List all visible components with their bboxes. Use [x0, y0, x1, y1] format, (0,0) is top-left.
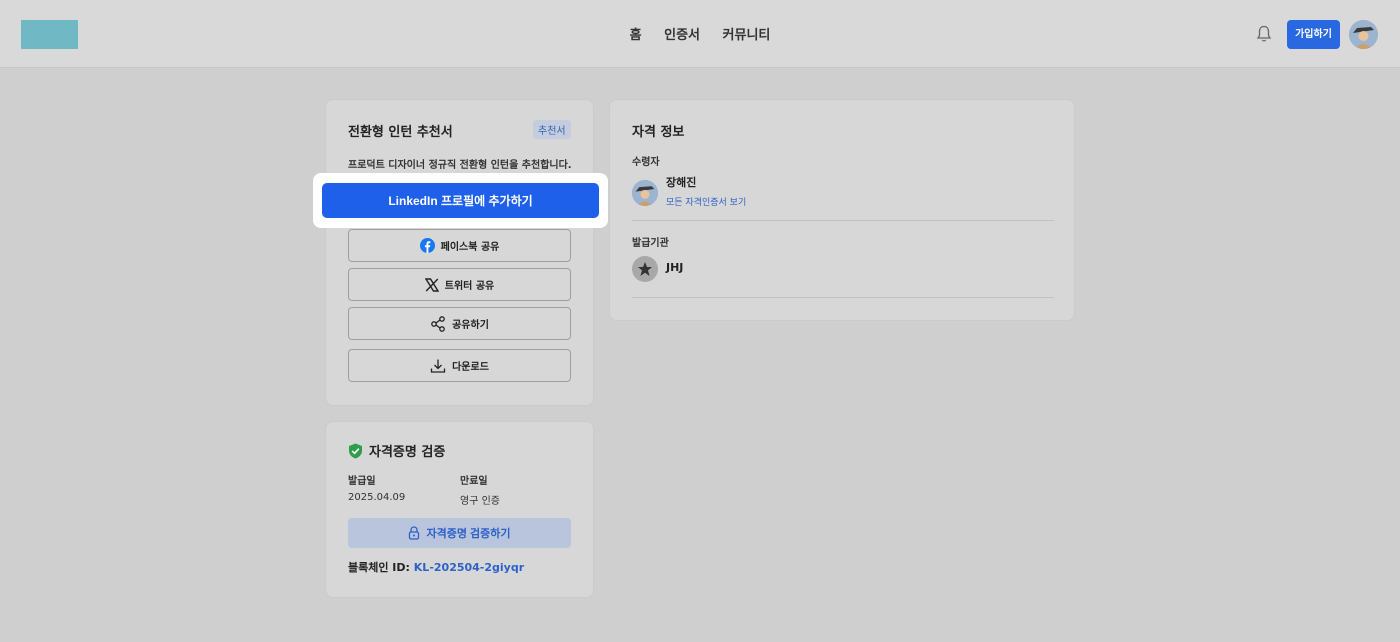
- recipient-label: 수령자: [632, 157, 660, 168]
- blockchain-id: 블록체인 ID: KL-202504-2giyqr: [348, 559, 524, 575]
- verified-shield-icon: [349, 443, 362, 458]
- divider: [632, 297, 1054, 298]
- verify-credential-label: 자격증명 검증하기: [426, 528, 511, 540]
- expiry-label: 만료일: [460, 476, 488, 487]
- issuer-name: JHJ: [666, 261, 684, 274]
- blockchain-id-label: 블록체인 ID:: [348, 561, 410, 574]
- issue-date-label: 발급일: [348, 476, 376, 487]
- credential-info-card: 자격 정보 수령자 장해진 모든 자격인증서 보기 발급기관 JHJ: [609, 99, 1075, 321]
- nav-community[interactable]: 커뮤니티: [723, 28, 771, 43]
- linkedin-add-button[interactable]: LinkedIn 프로필에 추가하기: [322, 183, 599, 218]
- facebook-share-label: 페이스북 공유: [440, 242, 500, 253]
- verification-card: 자격증명 검증 발급일 2025.04.09 만료일 영구 인증 자격증명 검증…: [325, 421, 594, 598]
- verification-title: 자격증명 검증: [348, 441, 445, 460]
- nav-home[interactable]: 홈: [630, 28, 642, 43]
- recommendation-description: 프로덕트 디자이너 정규직 전환형 인턴을 추천합니다.: [348, 160, 572, 171]
- recipient-name: 장해진: [666, 176, 697, 189]
- all-credentials-link[interactable]: 모든 자격인증서 보기: [666, 195, 746, 208]
- signup-button[interactable]: 가입하기: [1287, 20, 1340, 49]
- recommendation-title: 전환형 인턴 추천서: [348, 125, 453, 140]
- x-icon: [424, 277, 439, 292]
- recommendation-card: 전환형 인턴 추천서 추천서 프로덕트 디자이너 정규직 전환형 인턴을 추천합…: [325, 99, 594, 406]
- top-header: 홈 인증서 커뮤니티 가입하기: [0, 0, 1400, 68]
- main-nav: 홈 인증서 커뮤니티: [0, 24, 1400, 43]
- user-avatar[interactable]: [1349, 20, 1378, 49]
- verify-credential-button[interactable]: 자격증명 검증하기: [348, 518, 571, 548]
- expiry-value: 영구 인증: [460, 496, 500, 507]
- share-label: 공유하기: [452, 320, 489, 331]
- twitter-share-button[interactable]: 트위터 공유: [348, 268, 571, 301]
- issue-date-value: 2025.04.09: [348, 492, 406, 503]
- share-button[interactable]: 공유하기: [348, 307, 571, 340]
- nav-certificates[interactable]: 인증서: [664, 28, 700, 43]
- facebook-icon: [419, 238, 435, 253]
- recipient-avatar: [632, 180, 658, 206]
- verification-title-text: 자격증명 검증: [369, 445, 446, 460]
- star-icon: [638, 262, 652, 276]
- issuer-logo: [632, 256, 658, 282]
- credential-info-title: 자격 정보: [632, 125, 685, 140]
- facebook-share-button[interactable]: 페이스북 공유: [348, 229, 571, 262]
- download-button[interactable]: 다운로드: [348, 349, 571, 382]
- recommendation-badge: 추천서: [533, 120, 571, 139]
- blockchain-id-value[interactable]: KL-202504-2giyqr: [414, 561, 524, 574]
- share-icon: [431, 315, 445, 332]
- divider: [632, 220, 1054, 221]
- download-icon: [430, 359, 446, 373]
- download-label: 다운로드: [452, 362, 489, 373]
- bell-icon[interactable]: [1256, 25, 1272, 43]
- lock-icon: [409, 526, 420, 540]
- twitter-share-label: 트위터 공유: [444, 281, 495, 292]
- issuer-label: 발급기관: [632, 238, 669, 249]
